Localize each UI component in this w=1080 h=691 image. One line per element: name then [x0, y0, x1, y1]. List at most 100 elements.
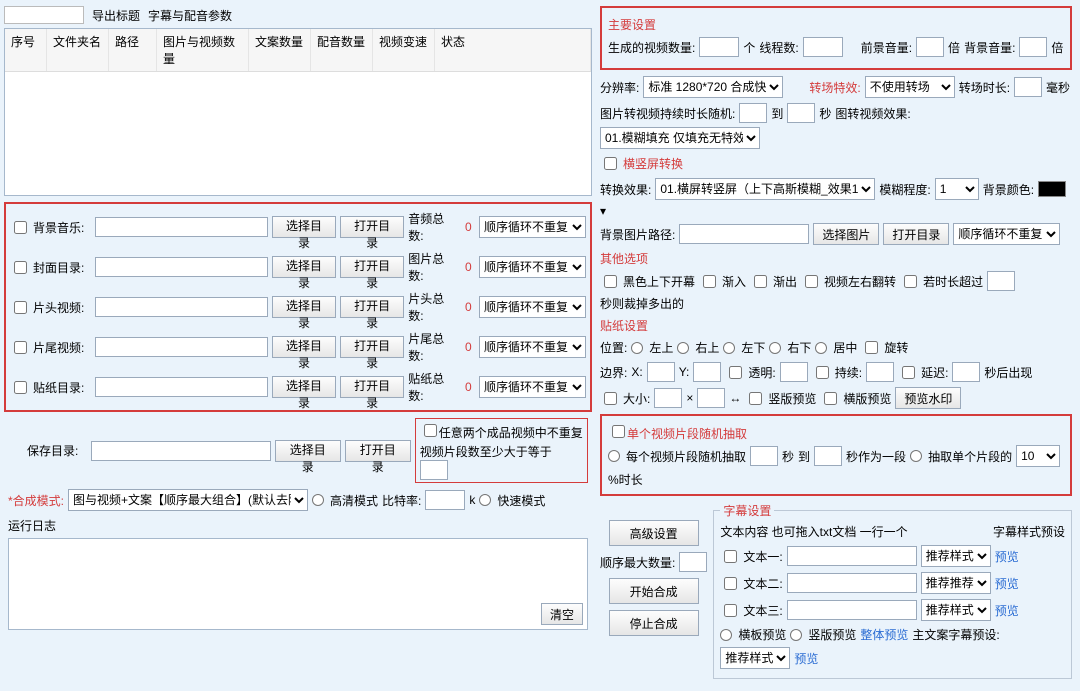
t2-style-select[interactable]: 推荐推荐式 — [921, 572, 991, 594]
tail-loop-select[interactable]: 顺序循环不重复 — [479, 336, 586, 358]
hpreview-checkbox[interactable] — [824, 392, 837, 405]
gen-count-input[interactable] — [699, 37, 739, 57]
main-sub-preview-link[interactable]: 预览 — [794, 650, 818, 667]
sticker-open-button[interactable]: 打开目录 — [340, 376, 404, 398]
delay-input[interactable] — [952, 362, 980, 382]
bgimg-input[interactable] — [679, 224, 809, 244]
head-checkbox[interactable] — [14, 301, 27, 314]
res-select[interactable]: 标准 1280*720 合成快 — [643, 76, 783, 98]
cover-input[interactable] — [95, 257, 268, 277]
rot-fx-select[interactable]: 01.模糊填充 仅填充无特效 — [600, 127, 760, 149]
each-to-input[interactable] — [814, 446, 842, 466]
blank-button[interactable] — [4, 6, 84, 24]
trans-fx-select[interactable]: 不使用转场 — [865, 76, 955, 98]
threads-input[interactable] — [803, 37, 843, 57]
frag-checkbox[interactable] — [424, 424, 437, 437]
hq-radio[interactable] — [312, 494, 324, 506]
size-checkbox[interactable] — [604, 392, 617, 405]
save-open-button[interactable]: 打开目录 — [345, 440, 411, 462]
opacity-checkbox[interactable] — [729, 366, 742, 379]
bgimg-open-button[interactable]: 打开目录 — [883, 223, 949, 245]
overlong-checkbox[interactable] — [904, 275, 917, 288]
sticker-input[interactable] — [95, 377, 268, 397]
head-loop-select[interactable]: 顺序循环不重复 — [479, 296, 586, 318]
watermark-preview-button[interactable]: 预览水印 — [895, 387, 961, 409]
y-input[interactable] — [693, 362, 721, 382]
t1-checkbox[interactable] — [724, 550, 737, 563]
whole-preview-link[interactable]: 整体预览 — [860, 626, 908, 643]
pct-select[interactable]: 10 — [1016, 445, 1060, 467]
orient-checkbox[interactable] — [604, 157, 617, 170]
fadein-checkbox[interactable] — [703, 275, 716, 288]
tail-open-button[interactable]: 打开目录 — [340, 336, 404, 358]
vp-radio[interactable] — [790, 629, 802, 641]
sticker-select-button[interactable]: 选择目录 — [272, 376, 336, 398]
overlong-input[interactable] — [987, 271, 1015, 291]
head-open-button[interactable]: 打开目录 — [340, 296, 404, 318]
t2-preview-link[interactable]: 预览 — [995, 575, 1019, 592]
pos-tl-radio[interactable] — [631, 342, 643, 354]
flip-checkbox[interactable] — [805, 275, 818, 288]
cover-checkbox[interactable] — [14, 261, 27, 274]
save-input[interactable] — [91, 441, 271, 461]
t3-input[interactable] — [787, 600, 917, 620]
hp-radio[interactable] — [720, 629, 732, 641]
cover-open-button[interactable]: 打开目录 — [340, 256, 404, 278]
black-checkbox[interactable] — [604, 275, 617, 288]
sticker-loop-select[interactable]: 顺序循环不重复 — [479, 376, 586, 398]
pos-tr-radio[interactable] — [677, 342, 689, 354]
trans-dur-input[interactable] — [1014, 77, 1042, 97]
opacity-input[interactable] — [780, 362, 808, 382]
t3-checkbox[interactable] — [724, 604, 737, 617]
bgm-select-button[interactable]: 选择目录 — [272, 216, 336, 238]
bgcolor-drop-icon[interactable]: ▾ — [600, 204, 606, 218]
frag-input[interactable] — [420, 460, 448, 480]
bg-vol-input[interactable] — [1019, 37, 1047, 57]
cover-loop-select[interactable]: 顺序循环不重复 — [479, 256, 586, 278]
fast-radio[interactable] — [479, 494, 491, 506]
t1-preview-link[interactable]: 预览 — [995, 548, 1019, 565]
head-input[interactable] — [95, 297, 268, 317]
bgcolor-swatch[interactable] — [1038, 181, 1066, 197]
bgimg-loop-select[interactable]: 顺序循环不重复 — [953, 223, 1060, 245]
t3-style-select[interactable]: 推荐样式 — [921, 599, 991, 621]
pos-br-radio[interactable] — [769, 342, 781, 354]
vpreview-checkbox[interactable] — [749, 392, 762, 405]
max-input[interactable] — [679, 552, 707, 572]
img2vid-to[interactable] — [787, 103, 815, 123]
main-sub-select[interactable]: 推荐样式 — [720, 647, 790, 669]
t1-style-select[interactable]: 推荐样式 — [921, 545, 991, 567]
pos-c-radio[interactable] — [815, 342, 827, 354]
orient-fx-select[interactable]: 01.横屏转竖屏（上下高斯模糊_效果1） — [655, 178, 875, 200]
extract-radio[interactable] — [910, 450, 922, 462]
img2vid-from[interactable] — [739, 103, 767, 123]
subtitle-params-link[interactable]: 字幕与配音参数 — [148, 7, 232, 24]
t2-input[interactable] — [787, 573, 917, 593]
bgm-input[interactable] — [95, 217, 268, 237]
each-radio[interactable] — [608, 450, 620, 462]
tail-checkbox[interactable] — [14, 341, 27, 354]
keep-input[interactable] — [866, 362, 894, 382]
rotate-checkbox[interactable] — [865, 341, 878, 354]
head-select-button[interactable]: 选择目录 — [272, 296, 336, 318]
pos-bl-radio[interactable] — [723, 342, 735, 354]
delay-checkbox[interactable] — [902, 366, 915, 379]
tail-input[interactable] — [95, 337, 268, 357]
bgm-checkbox[interactable] — [14, 221, 27, 234]
save-select-button[interactable]: 选择目录 — [275, 440, 341, 462]
advanced-button[interactable]: 高级设置 — [609, 520, 699, 546]
single-checkbox[interactable] — [612, 425, 625, 438]
clear-log-button[interactable]: 清空 — [541, 603, 583, 625]
bgm-open-button[interactable]: 打开目录 — [340, 216, 404, 238]
mode-select[interactable]: 图与视频+文案【顺序最大组合】(默认去除原声) — [68, 489, 308, 511]
t1-input[interactable] — [787, 546, 917, 566]
blur-select[interactable]: 1 — [935, 178, 979, 200]
fg-vol-input[interactable] — [916, 37, 944, 57]
bgimg-select-button[interactable]: 选择图片 — [813, 223, 879, 245]
keep-checkbox[interactable] — [816, 366, 829, 379]
bitrate-input[interactable] — [425, 490, 465, 510]
t2-checkbox[interactable] — [724, 577, 737, 590]
fadeout-checkbox[interactable] — [754, 275, 767, 288]
x-input[interactable] — [647, 362, 675, 382]
tail-select-button[interactable]: 选择目录 — [272, 336, 336, 358]
